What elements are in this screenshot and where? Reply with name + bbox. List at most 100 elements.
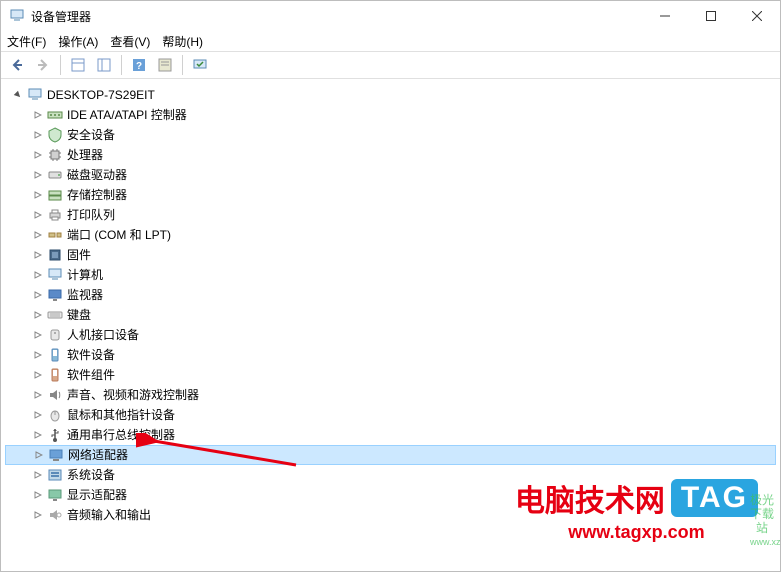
- show-hide-tree-button[interactable]: [66, 54, 90, 76]
- tree-item[interactable]: 安全设备: [5, 125, 776, 145]
- expand-icon[interactable]: [31, 108, 45, 122]
- tree-item[interactable]: 通用串行总线控制器: [5, 425, 776, 445]
- menu-view[interactable]: 查看(V): [110, 33, 150, 50]
- disk-icon: [47, 167, 63, 183]
- tree-item[interactable]: IDE ATA/ATAPI 控制器: [5, 105, 776, 125]
- usb-icon: [47, 427, 63, 443]
- back-button[interactable]: [5, 54, 29, 76]
- window-title: 设备管理器: [31, 8, 91, 25]
- expand-icon[interactable]: [31, 188, 45, 202]
- tree-item[interactable]: 显示适配器: [5, 485, 776, 505]
- action-properties-button[interactable]: [153, 54, 177, 76]
- hid-icon: [47, 327, 63, 343]
- expand-icon[interactable]: [31, 228, 45, 242]
- expand-icon[interactable]: [31, 328, 45, 342]
- tree-item-label: 网络适配器: [68, 445, 128, 465]
- back-arrow-icon: [9, 57, 25, 73]
- cpu-icon: [47, 147, 63, 163]
- toolbar-separator: [121, 55, 122, 75]
- tree-item[interactable]: 键盘: [5, 305, 776, 325]
- minimize-button[interactable]: [642, 1, 688, 31]
- tree-item[interactable]: 软件设备: [5, 345, 776, 365]
- device-tree: DESKTOP-7S29EIT IDE ATA/ATAPI 控制器安全设备处理器…: [1, 79, 780, 531]
- tree-item-label: 通用串行总线控制器: [67, 425, 175, 445]
- tree-item-label: 固件: [67, 245, 91, 265]
- sound-icon: [47, 387, 63, 403]
- tree-item-label: 鼠标和其他指针设备: [67, 405, 175, 425]
- keyboard-icon: [47, 307, 63, 323]
- expand-icon[interactable]: [31, 128, 45, 142]
- expand-icon[interactable]: [31, 248, 45, 262]
- tree-item[interactable]: 计算机: [5, 265, 776, 285]
- tree-root[interactable]: DESKTOP-7S29EIT: [5, 85, 776, 105]
- panel-icon: [96, 57, 112, 73]
- tree-item[interactable]: 处理器: [5, 145, 776, 165]
- expand-icon[interactable]: [31, 388, 45, 402]
- ide-icon: [47, 107, 63, 123]
- firmware-icon: [47, 247, 63, 263]
- expand-icon[interactable]: [31, 488, 45, 502]
- properties-button[interactable]: [92, 54, 116, 76]
- expand-icon[interactable]: [31, 168, 45, 182]
- tree-item-label: 计算机: [67, 265, 103, 285]
- help-icon: [131, 57, 147, 73]
- maximize-icon: [706, 11, 716, 21]
- help-button[interactable]: [127, 54, 151, 76]
- tree-item[interactable]: 端口 (COM 和 LPT): [5, 225, 776, 245]
- tree-item[interactable]: 存储控制器: [5, 185, 776, 205]
- panel-icon: [70, 57, 86, 73]
- expand-icon[interactable]: [31, 348, 45, 362]
- tree-item-label: 软件组件: [67, 365, 115, 385]
- computer-icon: [27, 87, 43, 103]
- tree-item[interactable]: 固件: [5, 245, 776, 265]
- forward-button[interactable]: [31, 54, 55, 76]
- expand-icon[interactable]: [31, 428, 45, 442]
- expand-icon[interactable]: [31, 208, 45, 222]
- expand-icon[interactable]: [31, 408, 45, 422]
- tree-item[interactable]: 软件组件: [5, 365, 776, 385]
- expand-icon[interactable]: [31, 288, 45, 302]
- tree-item[interactable]: 鼠标和其他指针设备: [5, 405, 776, 425]
- security-icon: [47, 127, 63, 143]
- tree-item-label: 人机接口设备: [67, 325, 139, 345]
- tree-item[interactable]: 音频输入和输出: [5, 505, 776, 525]
- expand-icon[interactable]: [31, 268, 45, 282]
- collapse-icon[interactable]: [11, 88, 25, 102]
- tree-item[interactable]: 人机接口设备: [5, 325, 776, 345]
- tree-item-label: 端口 (COM 和 LPT): [67, 225, 171, 245]
- computer-icon: [47, 267, 63, 283]
- menu-file[interactable]: 文件(F): [7, 33, 46, 50]
- softdev-icon: [47, 347, 63, 363]
- expand-icon[interactable]: [31, 148, 45, 162]
- forward-arrow-icon: [35, 57, 51, 73]
- tree-item-label: 显示适配器: [67, 485, 127, 505]
- tree-item-label: IDE ATA/ATAPI 控制器: [67, 105, 187, 125]
- minimize-icon: [660, 11, 670, 21]
- tree-item-label: 打印队列: [67, 205, 115, 225]
- close-icon: [752, 11, 762, 21]
- tree-item[interactable]: 声音、视频和游戏控制器: [5, 385, 776, 405]
- port-icon: [47, 227, 63, 243]
- properties-icon: [157, 57, 173, 73]
- tree-item-label: 安全设备: [67, 125, 115, 145]
- expand-icon[interactable]: [31, 368, 45, 382]
- tree-item[interactable]: 系统设备: [5, 465, 776, 485]
- menu-help[interactable]: 帮助(H): [162, 33, 203, 50]
- tree-item-label: 系统设备: [67, 465, 115, 485]
- expand-icon[interactable]: [31, 308, 45, 322]
- tree-item[interactable]: 网络适配器: [5, 445, 776, 465]
- softcomp-icon: [47, 367, 63, 383]
- close-button[interactable]: [734, 1, 780, 31]
- audio-icon: [47, 507, 63, 523]
- tree-item[interactable]: 监视器: [5, 285, 776, 305]
- tree-item-label: 软件设备: [67, 345, 115, 365]
- menu-action[interactable]: 操作(A): [58, 33, 98, 50]
- maximize-button[interactable]: [688, 1, 734, 31]
- tree-item-label: 处理器: [67, 145, 103, 165]
- expand-icon[interactable]: [31, 508, 45, 522]
- expand-icon[interactable]: [32, 448, 46, 462]
- tree-item[interactable]: 磁盘驱动器: [5, 165, 776, 185]
- scan-hardware-button[interactable]: [188, 54, 212, 76]
- tree-item[interactable]: 打印队列: [5, 205, 776, 225]
- expand-icon[interactable]: [31, 468, 45, 482]
